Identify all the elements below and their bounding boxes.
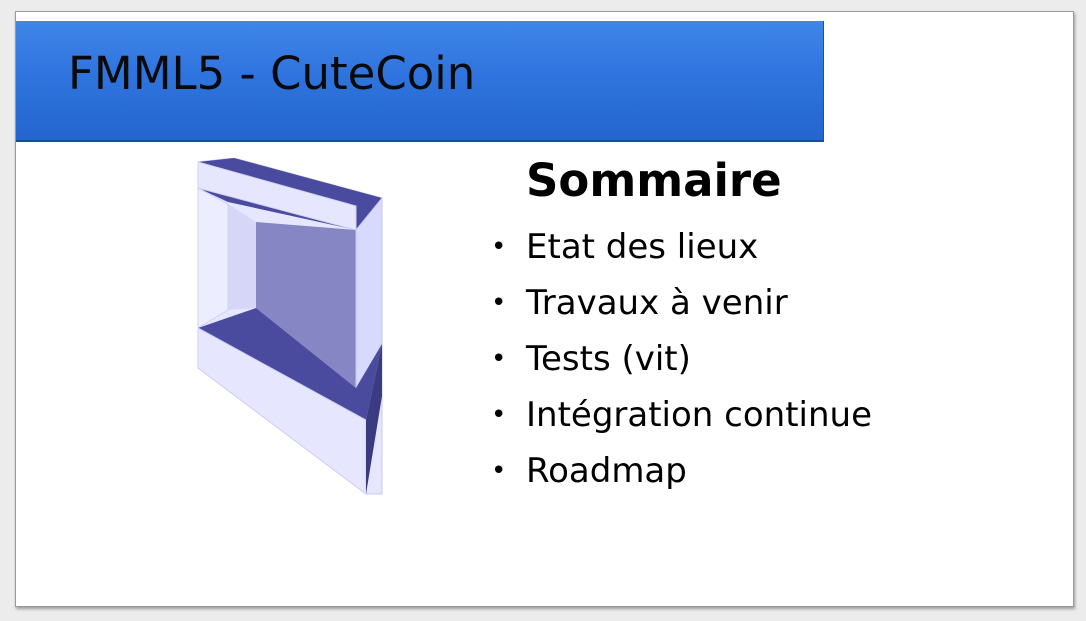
agenda-item-label: Intégration continue [526,395,872,435]
cutecoin-logo-icon [197,158,383,495]
slide: FMML5 - CuteCoin Sommaire • Etat des lie… [15,11,1074,607]
agenda-item-label: Travaux à venir [526,283,788,323]
agenda-item-label: Tests (vit) [526,339,691,379]
agenda-heading: Sommaire [526,154,782,207]
bullet-icon: • [491,288,507,318]
bullet-icon: • [491,456,507,486]
slide-title: FMML5 - CuteCoin [68,47,476,100]
title-bar: FMML5 - CuteCoin [16,21,824,142]
bullet-icon: • [491,400,507,430]
agenda-item-label: Roadmap [526,451,687,491]
bullet-icon: • [491,232,507,262]
bullet-icon: • [491,344,507,374]
agenda-item-label: Etat des lieux [526,227,759,267]
